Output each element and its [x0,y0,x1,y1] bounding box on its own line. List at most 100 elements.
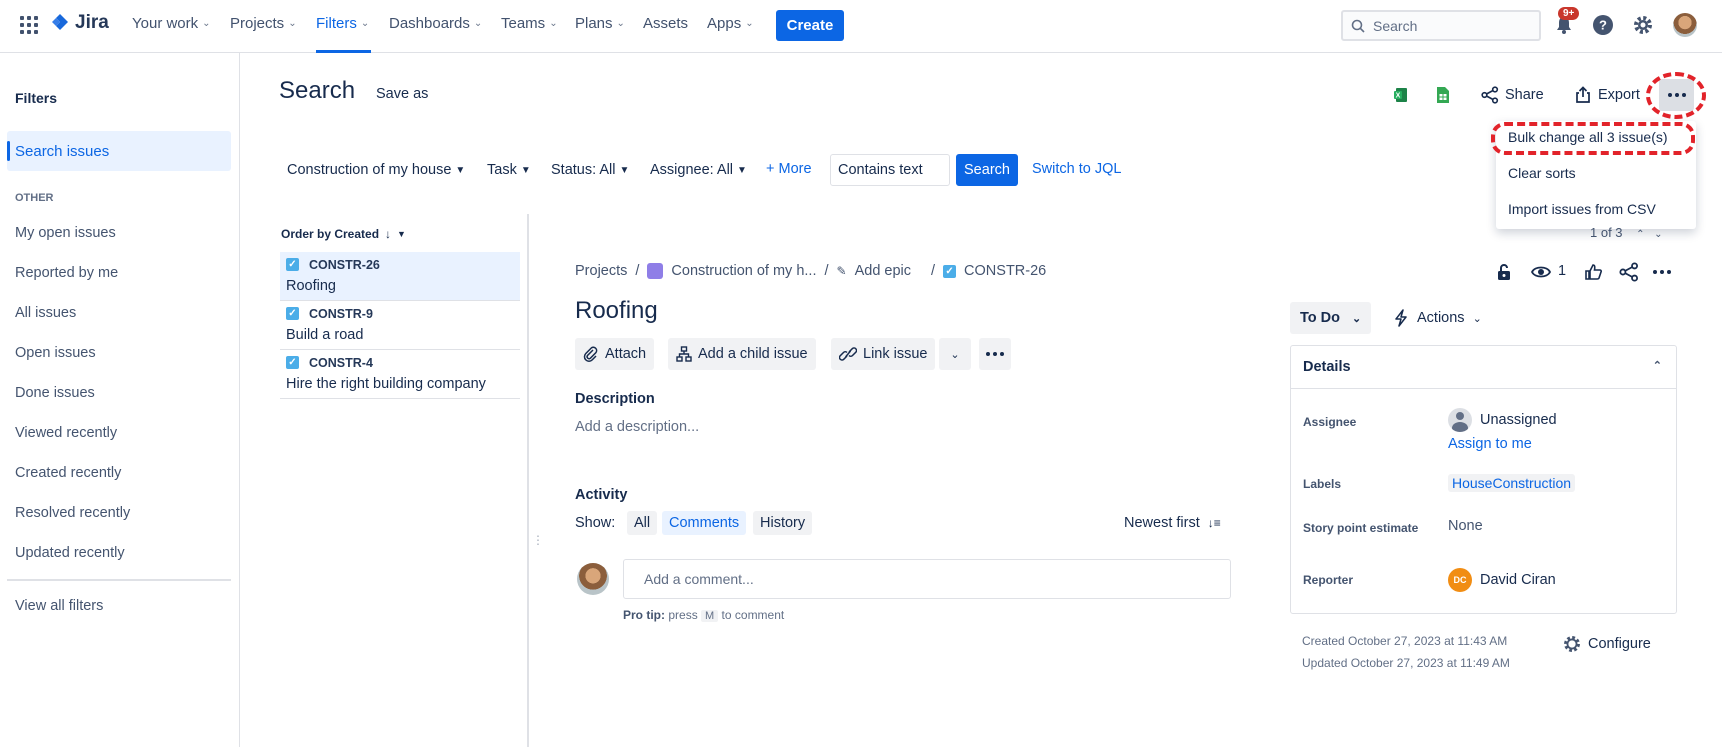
settings-gear-icon[interactable] [1632,14,1654,36]
activity-filter-comments[interactable]: Comments [662,511,747,535]
chevron-down-icon: ▼ [397,229,406,239]
search-icon [1351,19,1365,33]
sidebar-item-open-issues[interactable]: Open issues [15,345,96,361]
task-checkbox-icon: ✓ [943,264,957,278]
share-icon[interactable] [1619,262,1639,282]
excel-export-icon[interactable]: X [1393,87,1409,103]
search-button[interactable]: Search [956,154,1018,186]
watch-eye-icon[interactable] [1531,262,1551,282]
project-filter[interactable]: Construction of my house ▼ [287,162,465,178]
actions-dropdown[interactable]: Actions ⌄ [1393,309,1482,327]
nav-your-work[interactable]: Your work ⌄ [132,15,211,32]
issue-list-item[interactable]: ✓ CONSTR-4 Hire the right building compa… [280,350,520,399]
assignee-filter[interactable]: Assignee: All ▼ [650,162,747,178]
assignee-label: Assignee [1303,415,1357,429]
reporter-avatar: DC [1448,568,1472,592]
breadcrumb-add-epic[interactable]: Add epic [855,263,911,279]
page-title: Search [279,77,356,104]
nav-apps[interactable]: Apps ⌄ [707,15,754,32]
reporter-field[interactable]: DC David Ciran [1448,568,1556,592]
sort-icon: ↓≡ [1207,516,1221,530]
share-label: Share [1505,87,1544,103]
link-issue-dropdown[interactable]: ⌄ [939,338,971,370]
type-filter[interactable]: Task ▼ [487,162,531,178]
menu-item-import-csv[interactable]: Import issues from CSV [1508,201,1656,217]
sidebar-item-updated-recently[interactable]: Updated recently [15,545,125,561]
status-filter[interactable]: Status: All ▼ [551,162,629,178]
filter-label: Construction of my house [287,162,452,178]
app-switcher-icon[interactable] [20,16,38,34]
highlight-annotation-circle [1646,72,1706,119]
create-button[interactable]: Create [776,10,844,41]
issue-more-icon[interactable] [1653,270,1671,274]
sidebar-item-created-recently[interactable]: Created recently [15,465,121,481]
breadcrumb-issue-key[interactable]: CONSTR-26 [964,263,1046,279]
switch-to-jql-link[interactable]: Switch to JQL [1032,161,1121,177]
help-icon[interactable]: ? [1592,14,1614,36]
status-dropdown[interactable]: To Do ⌄ [1290,302,1372,334]
filter-label: Assignee: All [650,162,734,178]
sidebar-item-resolved-recently[interactable]: Resolved recently [15,505,130,521]
sidebar-item-search-issues[interactable]: Search issues [7,131,231,171]
thumbs-up-icon[interactable] [1584,262,1604,282]
share-button[interactable]: Share [1481,86,1544,104]
activity-filter-history[interactable]: History [753,511,813,535]
assign-to-me-link[interactable]: Assign to me [1448,436,1532,452]
jira-logo[interactable]: Jira [50,12,109,34]
nav-teams[interactable]: Teams ⌄ [501,15,558,32]
sort-order-button[interactable]: Newest first ↓≡ [1124,515,1221,531]
breadcrumb-projects[interactable]: Projects [575,263,627,279]
attach-button[interactable]: Attach [575,338,655,370]
text-search-input[interactable]: Contains text [830,154,950,186]
issue-list-item[interactable]: ✓ CONSTR-26 Roofing [280,252,520,301]
nav-dashboards[interactable]: Dashboards ⌄ [389,15,482,32]
issue-list-item[interactable]: ✓ CONSTR-9 Build a road [280,301,520,350]
google-sheets-icon[interactable] [1436,86,1450,104]
story-points-field[interactable]: None [1448,518,1483,534]
dot [1667,270,1671,274]
add-child-label: Add a child issue [698,346,808,362]
nav-assets[interactable]: Assets [643,15,688,32]
issue-summary[interactable]: Roofing [575,297,658,325]
nav-plans[interactable]: Plans ⌄ [575,15,625,32]
sidebar-item-reported-by-me[interactable]: Reported by me [15,265,118,281]
sidebar-item-all-issues[interactable]: All issues [15,305,76,321]
description-heading: Description [575,391,655,407]
share-icon [1481,86,1499,104]
nav-projects[interactable]: Projects ⌄ [230,15,297,32]
menu-item-clear-sorts[interactable]: Clear sorts [1508,165,1576,181]
hierarchy-icon [676,346,692,362]
details-header[interactable]: Details ⌃ [1291,346,1676,389]
order-by-control[interactable]: Order by Created ↓ ▼ [281,227,406,241]
sidebar-item-my-open-issues[interactable]: My open issues [15,225,116,241]
shortcut-key: M [701,610,719,622]
sidebar-item-done-issues[interactable]: Done issues [15,385,95,401]
label-chip[interactable]: HouseConstruction [1448,474,1576,492]
sidebar-item-view-all-filters[interactable]: View all filters [15,598,103,614]
activity-filter-all[interactable]: All [627,511,658,535]
user-avatar[interactable] [1673,13,1697,37]
add-child-issue-button[interactable]: Add a child issue [668,338,816,370]
breadcrumb-project[interactable]: Construction of my h... [671,263,816,279]
status-label: To Do [1300,310,1340,326]
export-button[interactable]: Export [1574,86,1640,104]
project-avatar-icon [647,263,664,279]
panel-resize-handle[interactable]: ⋮ [532,533,544,547]
issue-actions-more-button[interactable] [979,338,1011,370]
description-field[interactable]: Add a description... [575,419,699,435]
chevron-down-icon: ▼ [455,164,466,176]
chevron-down-icon: ▼ [520,164,531,176]
chevron-down-icon[interactable]: ⌄ [1654,229,1662,240]
sidebar-item-viewed-recently[interactable]: Viewed recently [15,425,117,441]
configure-button[interactable]: Configure [1562,634,1651,654]
global-search-input[interactable]: Search [1341,10,1541,41]
arrow-down-icon: ↓ [385,227,392,241]
chevron-up-icon[interactable]: ⌃ [1636,229,1644,240]
assignee-field[interactable]: Unassigned [1448,408,1557,432]
more-filters-button[interactable]: + More [766,161,812,177]
link-issue-button[interactable]: Link issue [831,338,936,370]
nav-filters[interactable]: Filters ⌄ [316,15,369,32]
save-as-button[interactable]: Save as [376,86,428,102]
lock-icon[interactable] [1494,262,1514,282]
comment-input[interactable]: Add a comment... [623,559,1231,599]
